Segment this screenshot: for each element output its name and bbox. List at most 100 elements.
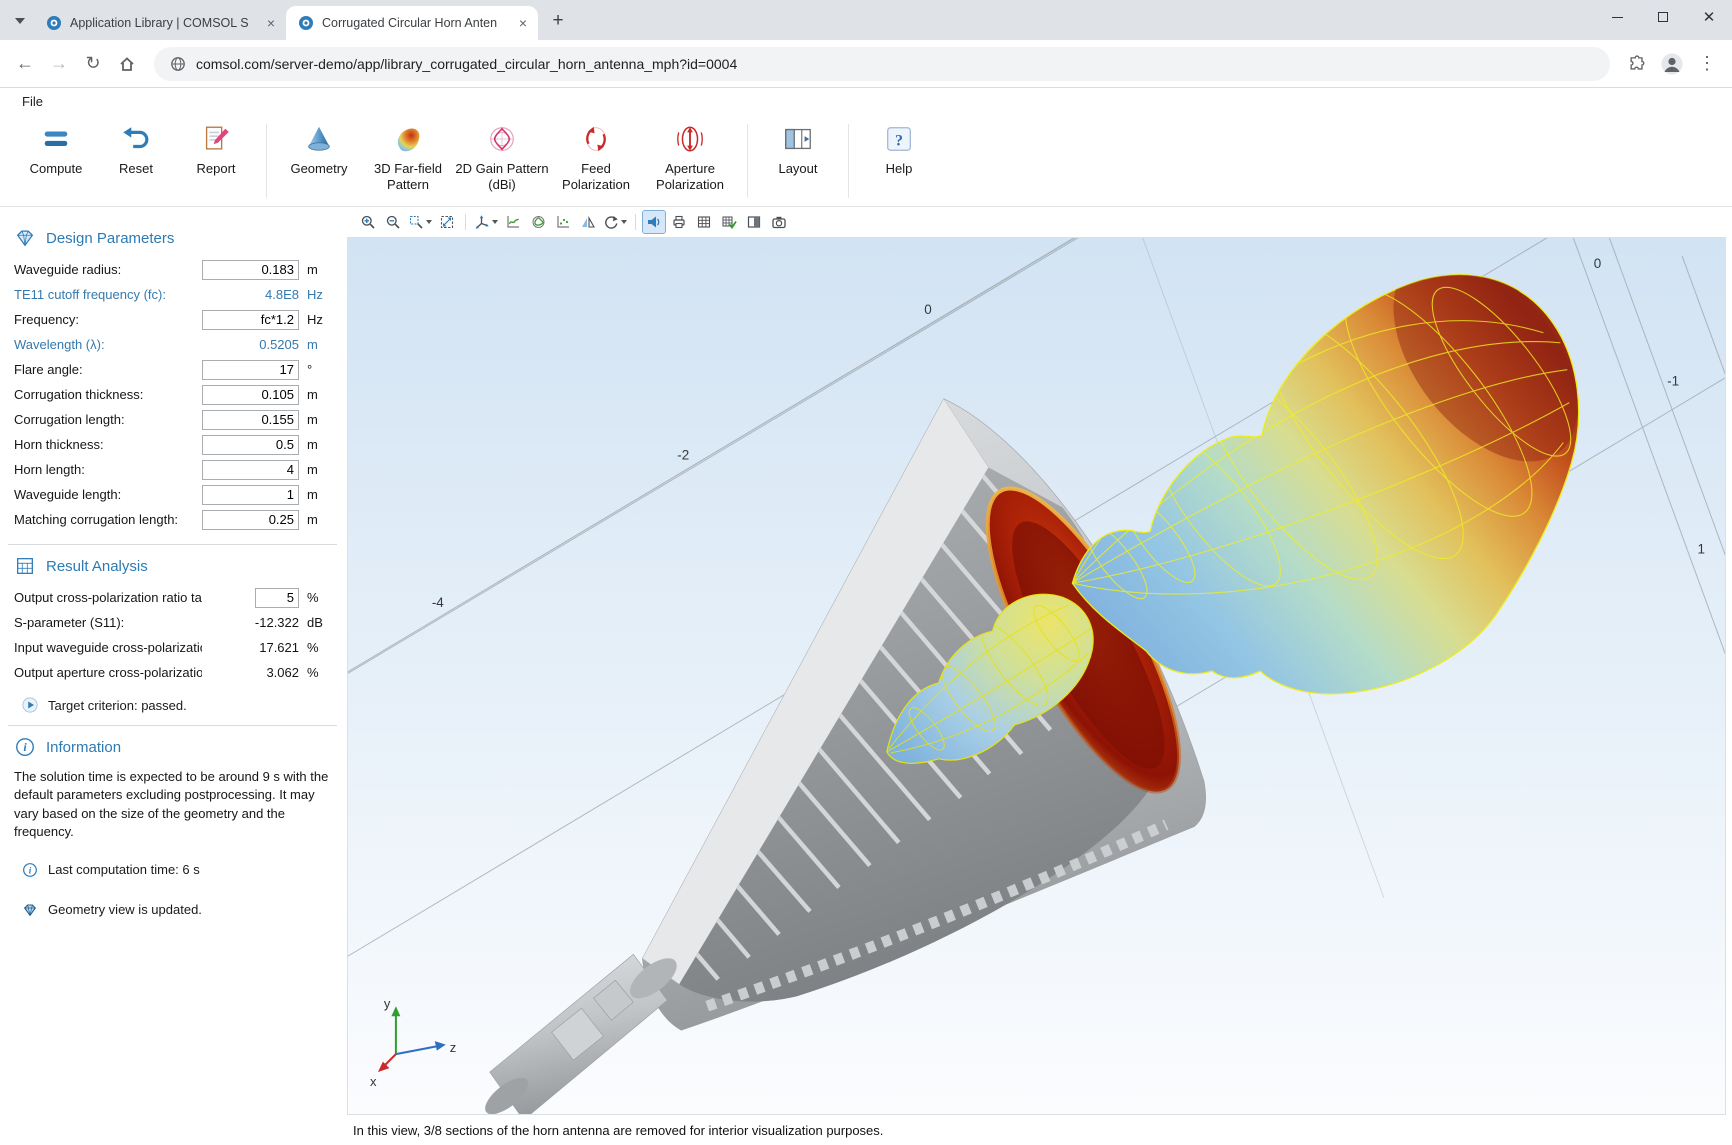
home-icon[interactable] <box>112 49 142 79</box>
s-parameter-value: -12.322 <box>202 615 299 630</box>
chevron-down-icon <box>621 220 627 224</box>
corrugation-length-input[interactable] <box>202 410 299 430</box>
reset-icon <box>120 122 152 156</box>
tab-close-icon[interactable]: × <box>264 15 278 31</box>
graphics-canvas[interactable]: 0 -2 -4 0 -1 1 <box>347 237 1726 1115</box>
farfield-lobe-icon <box>392 122 424 156</box>
frequency-input[interactable] <box>202 310 299 330</box>
file-menu[interactable]: File <box>16 92 49 111</box>
section-title: Information <box>46 739 121 756</box>
report-button[interactable]: Report <box>176 122 256 177</box>
x-axis-label: x <box>370 1074 377 1089</box>
param-label: Corrugation thickness: <box>14 387 202 402</box>
extensions-icon[interactable] <box>1622 49 1652 79</box>
speaker-icon[interactable] <box>643 211 665 233</box>
horn-length-input[interactable] <box>202 460 299 480</box>
aperture-polarization-icon <box>674 122 706 156</box>
screenshot-camera-icon[interactable] <box>768 211 790 233</box>
go-to-default-view-icon[interactable] <box>473 211 499 233</box>
url-text: comsol.com/server-demo/app/library_corru… <box>196 56 737 72</box>
ribbon-separator <box>266 124 267 198</box>
cross-polarization-target-input[interactable] <box>255 588 299 608</box>
axis-tick: -1 <box>1667 374 1679 389</box>
mirror-image-icon[interactable] <box>577 211 599 233</box>
comsol-favicon-icon <box>46 15 62 31</box>
status-text: Geometry view is updated. <box>48 902 202 917</box>
param-label: Horn length: <box>14 462 202 477</box>
waveguide-length-input[interactable] <box>202 485 299 505</box>
matching-corrugation-length-input[interactable] <box>202 510 299 530</box>
help-button[interactable]: ? Help <box>859 122 939 177</box>
browser-tab-active[interactable]: Corrugated Circular Horn Anten × <box>286 6 538 40</box>
view-caption: In this view, 3/8 sections of the horn a… <box>347 1115 1726 1145</box>
information-paragraph: The solution time is expected to be arou… <box>0 766 345 842</box>
scene-3d[interactable]: 0 -2 -4 0 -1 1 <box>348 238 1725 1114</box>
geometry-cone-icon <box>303 122 335 156</box>
y-axis-label: y <box>384 996 391 1011</box>
gain-2d-button[interactable]: 2D Gain Pattern (dBi) <box>455 122 549 193</box>
result-label: Input waveguide cross-polarization ratio… <box>14 640 202 655</box>
status-text: Target criterion: passed. <box>48 698 187 713</box>
tab-search-button[interactable] <box>6 7 34 35</box>
param-label: Waveguide radius: <box>14 262 202 277</box>
minimize-button[interactable] <box>1594 0 1640 34</box>
toolbar-separator <box>635 214 636 230</box>
grid-settings-icon[interactable] <box>718 211 740 233</box>
farfield-3d-button[interactable]: 3D Far-field Pattern <box>361 122 455 193</box>
maximize-button[interactable] <box>1640 0 1686 34</box>
plot-1d-icon[interactable] <box>502 211 524 233</box>
avatar[interactable] <box>1656 48 1688 80</box>
z-axis-label: z <box>450 1040 456 1055</box>
feed-polarization-button[interactable]: Feed Polarization <box>549 122 643 193</box>
te11-cutoff-value: 4.8E8 <box>202 287 299 302</box>
zoom-in-icon[interactable] <box>357 211 379 233</box>
geometry-button[interactable]: Geometry <box>277 122 361 177</box>
graphics-area: 0 -2 -4 0 -1 1 <box>345 207 1732 1145</box>
waveguide-radius-input[interactable] <box>202 260 299 280</box>
reset-button[interactable]: Reset <box>96 122 176 177</box>
tab-close-icon[interactable]: × <box>516 15 530 31</box>
globe-icon <box>170 56 186 72</box>
print-icon[interactable] <box>668 211 690 233</box>
forward-icon[interactable]: → <box>44 49 74 79</box>
zoom-extents-icon[interactable] <box>436 211 458 233</box>
back-icon[interactable]: ← <box>10 49 40 79</box>
result-label: S-parameter (S11): <box>14 615 202 630</box>
grid-icon[interactable] <box>693 211 715 233</box>
play-icon <box>22 697 38 713</box>
output-cross-polarization-value: 3.062 <box>202 665 299 680</box>
browser-tab[interactable]: Application Library | COMSOL S × <box>34 6 286 40</box>
section-title: Design Parameters <box>46 230 174 247</box>
result-analysis-header: Result Analysis <box>0 545 345 585</box>
help-icon: ? <box>883 122 915 156</box>
zoom-out-icon[interactable] <box>382 211 404 233</box>
rotate-icon[interactable] <box>602 211 628 233</box>
comsol-favicon-icon <box>298 15 314 31</box>
address-bar[interactable]: comsol.com/server-demo/app/library_corru… <box>154 47 1610 81</box>
param-label: Frequency: <box>14 312 202 327</box>
new-tab-button[interactable]: + <box>544 7 572 35</box>
svg-text:?: ? <box>895 133 903 150</box>
gem-icon <box>22 902 38 918</box>
split-view-icon[interactable] <box>743 211 765 233</box>
flare-angle-input[interactable] <box>202 360 299 380</box>
polar-plot-icon <box>486 122 518 156</box>
wavelength-value: 0.5205 <box>202 337 299 352</box>
close-button[interactable]: ✕ <box>1686 0 1732 34</box>
geometry-updated-status: Geometry view is updated. <box>0 878 345 918</box>
compute-button[interactable]: Compute <box>16 122 96 177</box>
horn-thickness-input[interactable] <box>202 435 299 455</box>
toolbar-separator <box>465 214 466 230</box>
plot-global-icon[interactable] <box>552 211 574 233</box>
last-computation-status: i Last computation time: 6 s <box>0 842 345 878</box>
zoom-box-icon[interactable] <box>407 211 433 233</box>
aperture-polarization-button[interactable]: Aperture Polarization <box>643 122 737 193</box>
graphics-toolbar <box>347 207 1726 237</box>
reload-icon[interactable]: ↻ <box>78 49 108 79</box>
menu-kebab-icon[interactable]: ⋮ <box>1692 49 1722 79</box>
corrugation-thickness-input[interactable] <box>202 385 299 405</box>
layout-button[interactable]: Layout <box>758 122 838 177</box>
plot-1d-polar-icon[interactable] <box>527 211 549 233</box>
report-icon <box>200 122 232 156</box>
param-label: Wavelength (λ): <box>14 337 202 352</box>
